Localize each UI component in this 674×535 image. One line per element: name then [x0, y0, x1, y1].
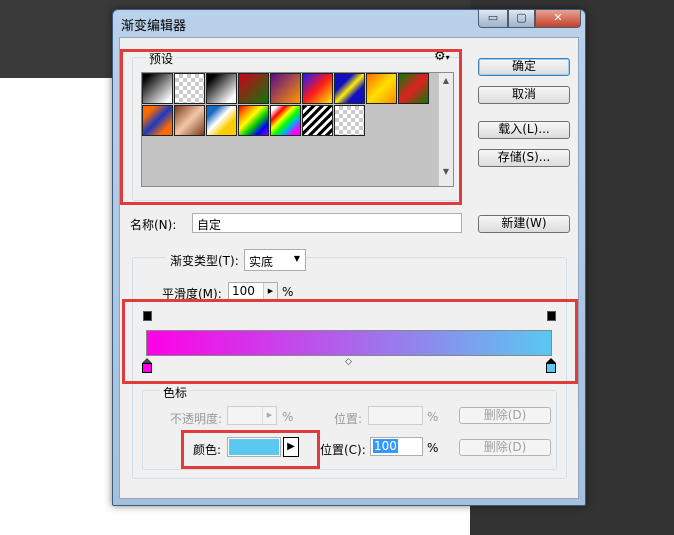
- gradient-type-select[interactable]: 实底 ▼: [244, 249, 306, 271]
- gradient-type-label: 渐变类型(T):: [166, 252, 243, 269]
- position2-value: 100: [373, 439, 398, 453]
- minimize-button[interactable]: ▭: [478, 10, 508, 28]
- color-stops-label: 色标: [160, 384, 191, 401]
- smoothness-arrow-icon[interactable]: ▶: [263, 283, 277, 300]
- maximize-button[interactable]: ▢: [508, 10, 535, 28]
- presets-highlight-box: [120, 49, 462, 205]
- smoothness-unit: %: [282, 285, 294, 299]
- save-button[interactable]: 存储(S)...: [478, 149, 570, 167]
- gradient-bar-highlight-box: [122, 299, 578, 384]
- name-field[interactable]: 自定: [192, 213, 462, 233]
- opacity-field[interactable]: ▶: [227, 406, 277, 425]
- opacity-label: 不透明度:: [170, 412, 223, 426]
- position1-field[interactable]: [368, 406, 423, 425]
- cancel-button[interactable]: 取消: [478, 86, 570, 104]
- opacity-arrow-icon[interactable]: ▶: [262, 407, 276, 424]
- position2-field[interactable]: 100: [370, 437, 423, 456]
- name-label: 名称(N):: [130, 218, 177, 232]
- close-button[interactable]: ✕: [535, 10, 581, 28]
- ok-button[interactable]: 确定: [478, 58, 570, 76]
- position1-unit: %: [427, 410, 439, 424]
- color-highlight-box: [181, 430, 320, 469]
- position2-unit: %: [427, 441, 439, 455]
- opacity-unit: %: [282, 410, 294, 424]
- delete-color-stop-button[interactable]: 删除(D): [459, 439, 551, 456]
- smoothness-value: 100: [232, 284, 255, 298]
- position1-label: 位置:: [334, 412, 363, 426]
- delete-opacity-stop-button[interactable]: 删除(D): [459, 407, 551, 424]
- chevron-down-icon: ▼: [293, 254, 300, 263]
- position2-label: 位置(C):: [320, 443, 366, 457]
- gradient-type-value: 实底: [249, 255, 274, 269]
- new-button[interactable]: 新建(W): [478, 215, 570, 233]
- load-button[interactable]: 载入(L)...: [478, 121, 570, 139]
- window-title: 渐变编辑器: [121, 19, 187, 34]
